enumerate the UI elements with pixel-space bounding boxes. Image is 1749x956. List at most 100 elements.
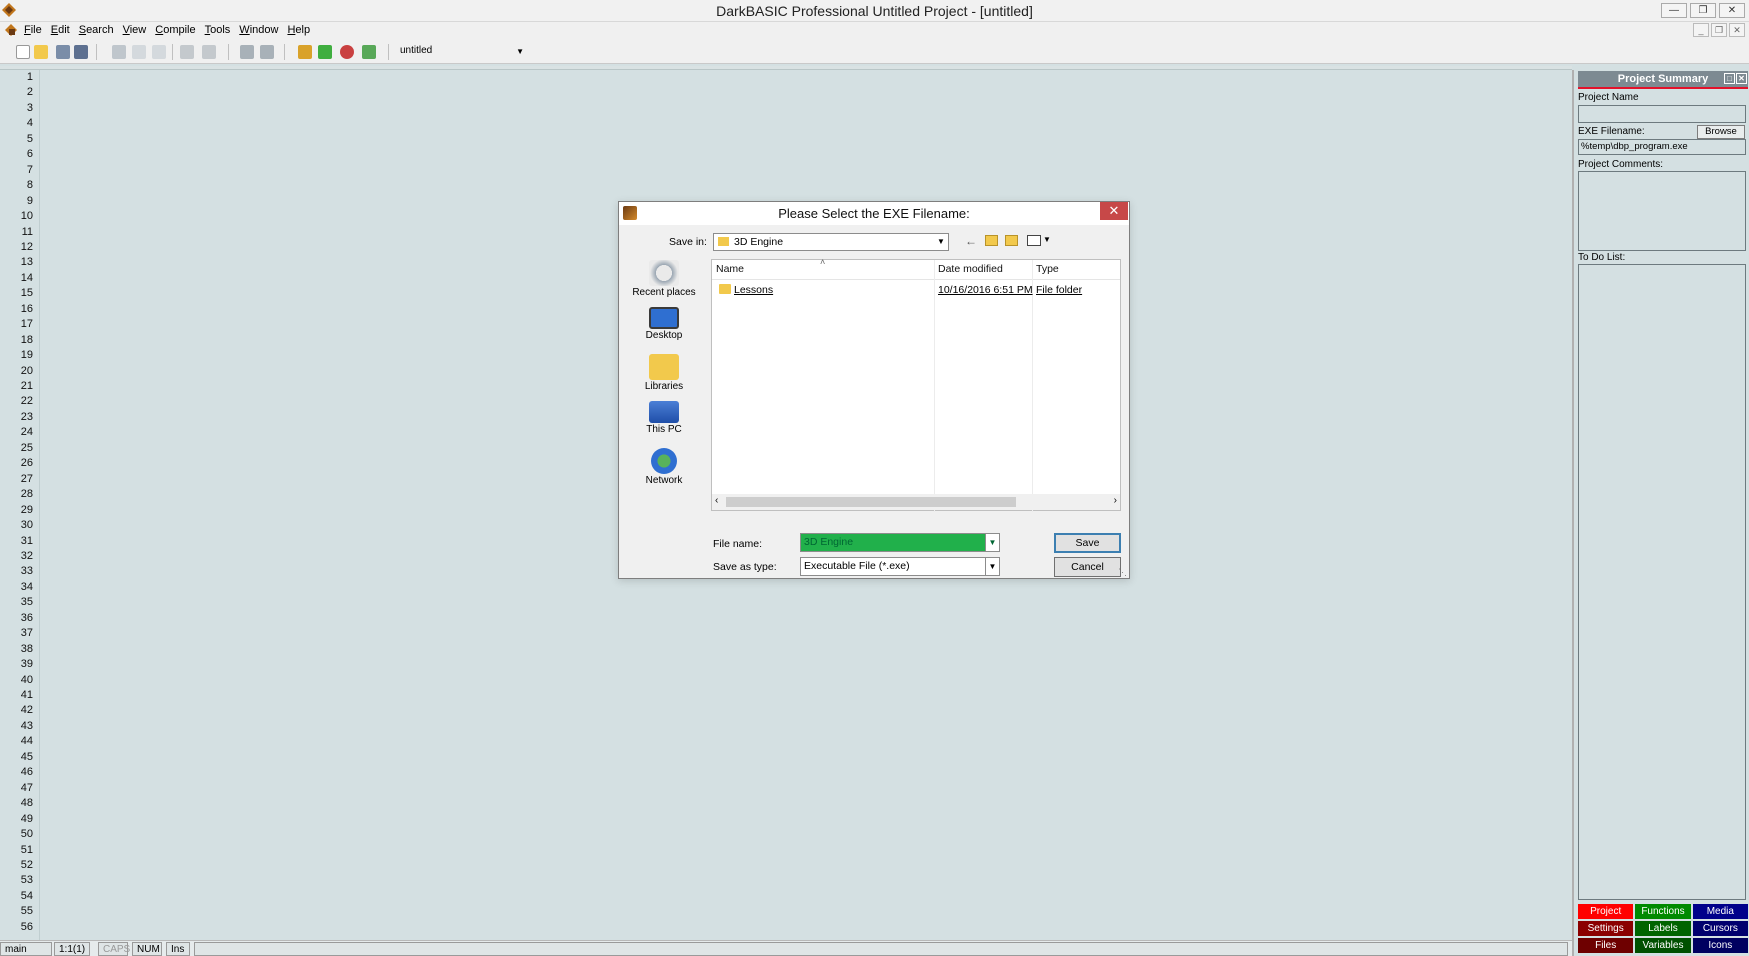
- paste-icon[interactable]: [152, 45, 166, 59]
- new-folder-icon[interactable]: [1005, 235, 1018, 246]
- libraries-icon: [649, 354, 679, 380]
- tab-functions[interactable]: Functions: [1635, 904, 1691, 919]
- minimize-button[interactable]: —: [1661, 3, 1687, 18]
- scroll-thumb[interactable]: [726, 497, 1016, 507]
- tab-project[interactable]: Project: [1578, 904, 1634, 919]
- line-number: 1: [26, 71, 33, 83]
- chevron-down-icon[interactable]: ▼: [985, 534, 999, 551]
- mdi-minimize-button[interactable]: _: [1693, 23, 1709, 37]
- line-number: 39: [20, 658, 33, 671]
- folder-icon: [718, 237, 729, 246]
- line-number: 54: [20, 889, 33, 902]
- restore-button[interactable]: ❐: [1690, 3, 1716, 18]
- dialog-close-button[interactable]: ✕: [1100, 202, 1128, 220]
- todo-list-field[interactable]: [1578, 264, 1746, 900]
- toolbar: untitled ▼: [0, 40, 1749, 64]
- redo-icon[interactable]: [202, 45, 216, 59]
- menu-window[interactable]: Window: [239, 24, 287, 36]
- make-exe-icon[interactable]: [298, 45, 312, 59]
- file-row[interactable]: Lessons 10/16/2016 6:51 PM File folder: [712, 281, 1120, 299]
- horizontal-scrollbar[interactable]: ‹ ›: [712, 494, 1120, 510]
- back-icon[interactable]: ←: [965, 234, 977, 248]
- menu-file[interactable]: File: [24, 24, 51, 36]
- exe-filename-field[interactable]: %temp\dbp_program.exe: [1578, 139, 1746, 155]
- network-icon: [651, 448, 677, 474]
- panel-close-icon[interactable]: ✕: [1736, 73, 1747, 84]
- tab-labels[interactable]: Labels: [1635, 921, 1691, 936]
- place-this-pc[interactable]: This PC: [627, 401, 701, 435]
- source-file-select[interactable]: untitled ▼: [398, 44, 526, 60]
- tab-media[interactable]: Media: [1692, 904, 1748, 919]
- menu-tools[interactable]: Tools: [205, 24, 240, 36]
- place-recent[interactable]: Recent places: [627, 260, 701, 298]
- status-caps: CAPS: [98, 942, 130, 956]
- chevron-down-icon[interactable]: ▼: [985, 558, 999, 575]
- line-number: 3: [26, 101, 33, 114]
- file-type: File folder: [1036, 284, 1083, 296]
- line-number: 19: [20, 349, 33, 362]
- save-icon[interactable]: [56, 45, 70, 59]
- panel-float-icon[interactable]: □: [1724, 73, 1735, 84]
- file-list[interactable]: Name ˄ Date modified Type Lessons 10/16/…: [711, 257, 1121, 512]
- file-name-label: File name:: [713, 538, 763, 550]
- file-name: Lessons: [734, 284, 774, 296]
- line-number: 24: [20, 426, 33, 439]
- save-as-type-select[interactable]: Executable File (*.exe) ▼: [800, 557, 1000, 576]
- col-type[interactable]: Type: [1036, 263, 1059, 275]
- cancel-button[interactable]: Cancel: [1054, 557, 1121, 577]
- open-file-icon[interactable]: [34, 45, 48, 59]
- project-name-field[interactable]: [1578, 105, 1746, 123]
- resize-grip-icon[interactable]: ⋱: [1118, 567, 1128, 577]
- mdi-close-button[interactable]: ✕: [1729, 23, 1745, 37]
- mdi-restore-button[interactable]: ❐: [1711, 23, 1727, 37]
- tab-icons[interactable]: Icons: [1692, 938, 1748, 953]
- tab-settings[interactable]: Settings: [1578, 921, 1634, 936]
- place-libraries[interactable]: Libraries: [627, 354, 701, 392]
- menu-search[interactable]: Search: [79, 24, 123, 36]
- line-number: 34: [20, 580, 33, 593]
- tab-variables[interactable]: Variables: [1635, 938, 1691, 953]
- copy-icon[interactable]: [132, 45, 146, 59]
- undo-icon[interactable]: [180, 45, 194, 59]
- tab-files[interactable]: Files: [1578, 938, 1634, 953]
- new-file-icon[interactable]: [16, 45, 30, 59]
- line-number: 9: [26, 194, 33, 207]
- file-name-value: 3D Engine: [804, 536, 854, 548]
- line-number: 55: [20, 905, 33, 918]
- project-summary-panel: Project Summary □ ✕ Project Name EXE Fil…: [1572, 70, 1749, 956]
- save-button[interactable]: Save: [1054, 533, 1121, 553]
- line-number: 21: [20, 380, 33, 392]
- cut-icon[interactable]: [112, 45, 126, 59]
- find-icon[interactable]: [240, 45, 254, 59]
- scroll-left-icon[interactable]: ‹: [715, 495, 718, 506]
- save-all-icon[interactable]: [74, 45, 88, 59]
- file-name-input[interactable]: 3D Engine ▼: [800, 533, 1000, 552]
- menu-compile[interactable]: Compile: [155, 24, 204, 36]
- place-desktop[interactable]: Desktop: [627, 307, 701, 341]
- save-in-select[interactable]: 3D Engine ▼: [713, 233, 949, 251]
- line-number: 2: [26, 86, 33, 99]
- place-network[interactable]: Network: [627, 448, 701, 486]
- save-in-value: 3D Engine: [734, 236, 784, 248]
- line-number: 25: [20, 441, 33, 454]
- debug-icon[interactable]: [340, 45, 354, 59]
- menu-view[interactable]: View: [123, 24, 156, 36]
- menu-help[interactable]: Help: [287, 24, 319, 36]
- col-date[interactable]: Date modified: [938, 263, 1003, 275]
- menu-edit[interactable]: Edit: [51, 24, 79, 36]
- step-icon[interactable]: [362, 45, 376, 59]
- close-window-button[interactable]: ✕: [1719, 3, 1745, 18]
- col-name[interactable]: Name: [716, 263, 744, 275]
- scroll-right-icon[interactable]: ›: [1114, 495, 1117, 506]
- tab-cursors[interactable]: Cursors: [1692, 921, 1748, 936]
- line-number: 5: [26, 132, 33, 145]
- document-icon[interactable]: [4, 23, 18, 37]
- view-dropdown-icon[interactable]: ▼: [1043, 235, 1051, 244]
- line-number: 12: [20, 240, 33, 253]
- replace-icon[interactable]: [260, 45, 274, 59]
- build-run-icon[interactable]: [318, 45, 332, 59]
- view-menu-icon[interactable]: [1027, 235, 1041, 246]
- project-comments-field[interactable]: [1578, 171, 1746, 251]
- up-folder-icon[interactable]: [985, 235, 998, 246]
- browse-button[interactable]: Browse: [1697, 125, 1745, 139]
